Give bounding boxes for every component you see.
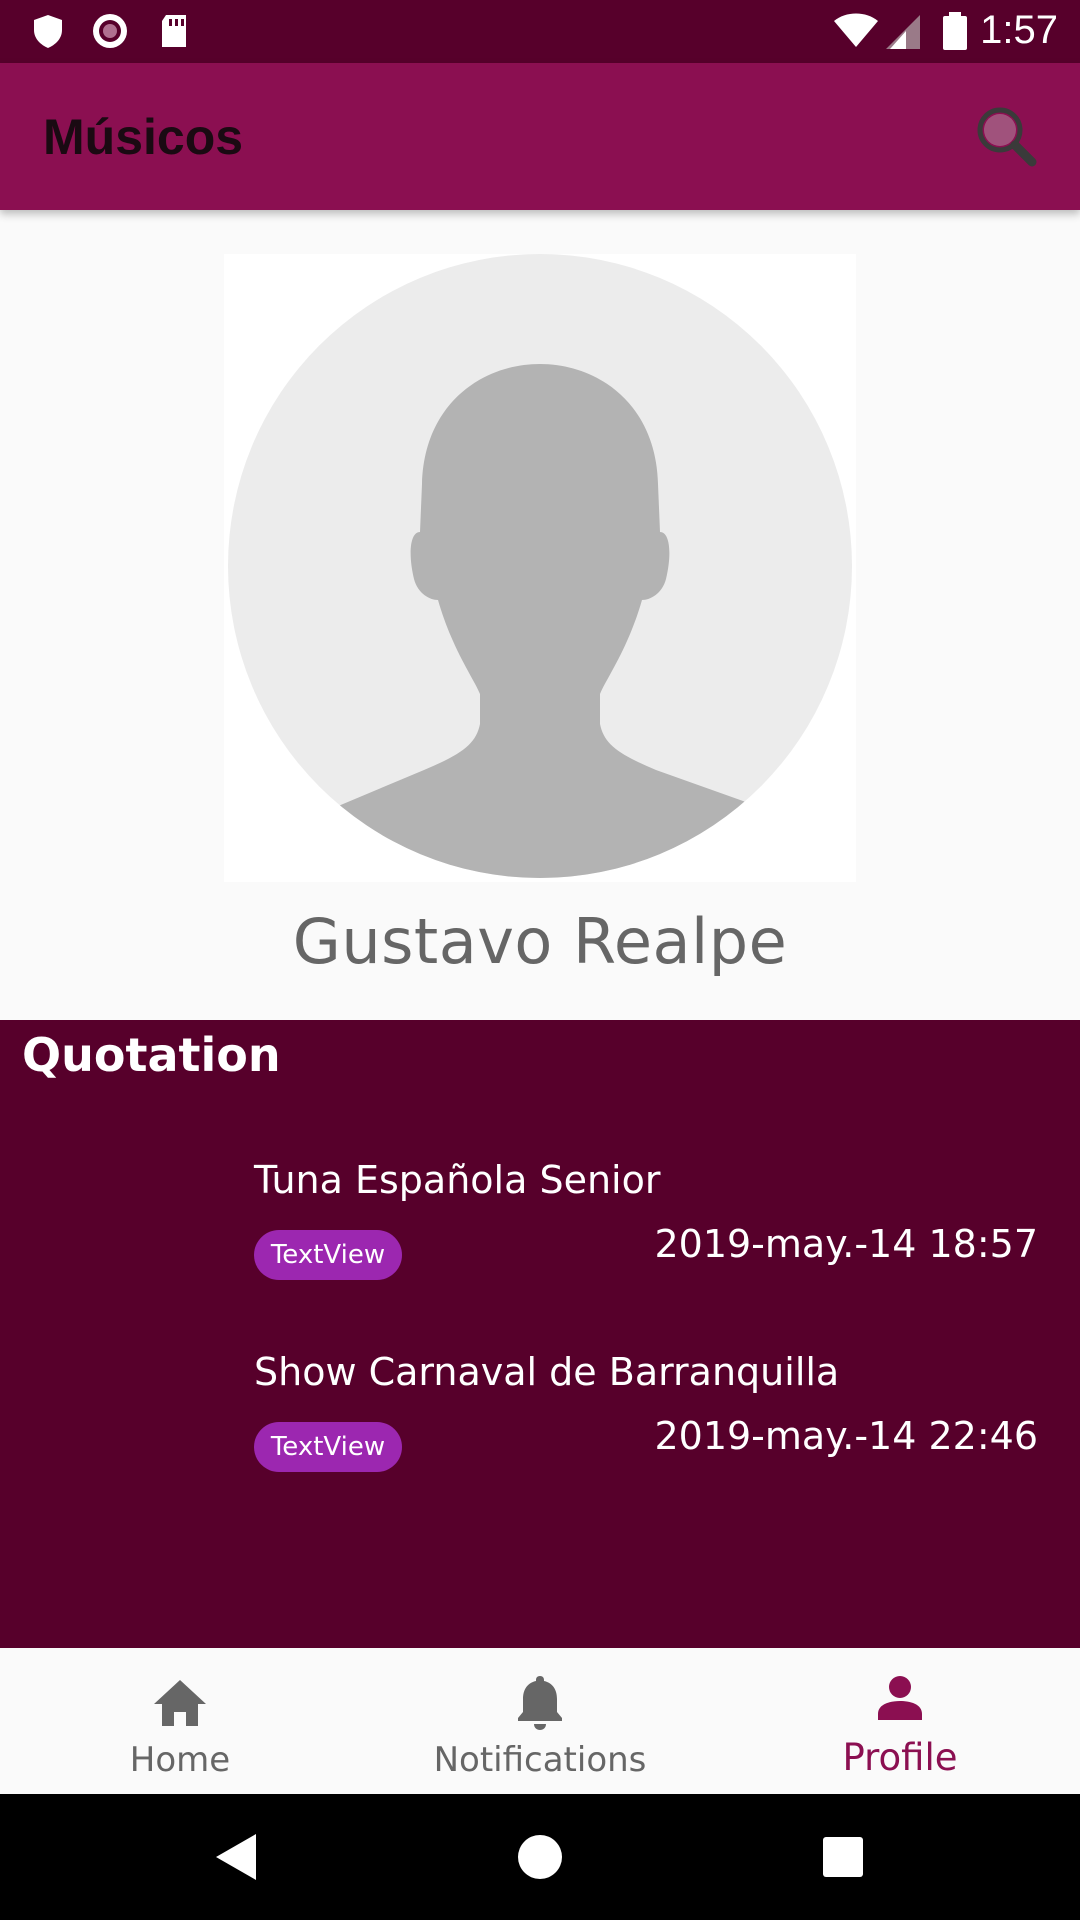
status-time: 1:57 — [980, 8, 1058, 52]
person-icon — [878, 1676, 922, 1720]
wifi-icon — [834, 13, 878, 47]
bottom-navigation: Home Notifications Profile — [0, 1648, 1080, 1794]
profile-header: Gustavo Realpe — [0, 210, 1080, 1020]
shield-icon — [34, 15, 62, 48]
search-button[interactable] — [970, 101, 1042, 173]
list-item[interactable]: Show Carnaval de Barranquilla TextView 2… — [0, 1350, 1080, 1490]
system-navigation-bar — [0, 1794, 1080, 1920]
app-bar: Músicos — [0, 63, 1080, 210]
nav-item-notifications[interactable]: Notifications — [360, 1648, 720, 1794]
nav-item-profile[interactable]: Profile — [720, 1648, 1080, 1794]
nav-label: Notifications — [433, 1740, 647, 1780]
quotation-panel: Quotation Tuna Española Senior TextView … — [0, 1020, 1080, 1648]
quote-date: 2019-may.-14 22:46 — [654, 1414, 1038, 1458]
page-title: Músicos — [43, 109, 244, 165]
status-bar: 1:57 — [0, 0, 1080, 63]
status-badge: TextView — [254, 1422, 402, 1472]
home-circle-icon[interactable] — [507, 1824, 573, 1890]
signal-icon — [886, 15, 920, 49]
list-item[interactable]: Tuna Española Senior TextView 2019-may.-… — [0, 1158, 1080, 1298]
quote-title: Tuna Española Senior — [254, 1158, 661, 1202]
bell-icon — [518, 1676, 562, 1730]
nav-item-home[interactable]: Home — [0, 1648, 360, 1794]
quote-date: 2019-may.-14 18:57 — [654, 1222, 1038, 1266]
section-title: Quotation — [22, 1028, 281, 1082]
avatar[interactable] — [224, 254, 856, 882]
search-icon — [977, 107, 1037, 167]
nav-label: Home — [129, 1740, 231, 1780]
home-icon — [154, 1680, 206, 1726]
sd-card-icon — [162, 15, 186, 47]
quote-title: Show Carnaval de Barranquilla — [254, 1350, 840, 1394]
default-avatar-icon — [228, 254, 852, 878]
status-badge: TextView — [254, 1230, 402, 1280]
back-icon[interactable] — [204, 1824, 270, 1890]
battery-icon — [943, 12, 967, 50]
profile-name: Gustavo Realpe — [292, 905, 788, 978]
nav-label: Profile — [842, 1736, 958, 1779]
record-icon — [93, 14, 127, 48]
recents-icon[interactable] — [810, 1824, 876, 1890]
